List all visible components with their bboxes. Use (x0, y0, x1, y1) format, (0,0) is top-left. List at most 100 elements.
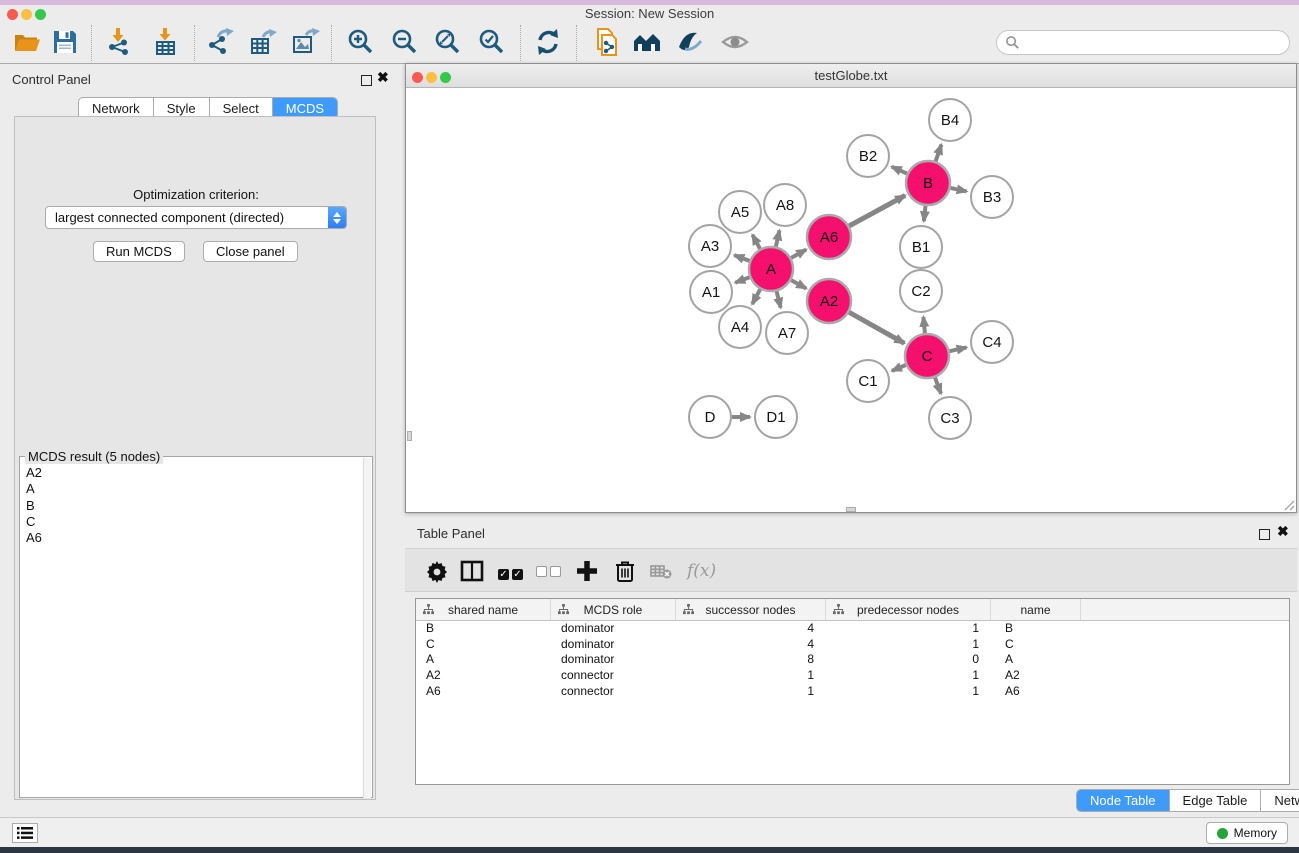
result-scrollbar[interactable] (363, 458, 371, 798)
column-label: predecessor nodes (857, 603, 959, 617)
criterion-select[interactable]: largest connected component (directed) (45, 206, 347, 229)
column-type-icon (683, 604, 694, 615)
tab-node-table[interactable]: Node Table (1077, 790, 1169, 811)
graph-edge-B-B1[interactable] (924, 206, 926, 221)
mcds-result-item[interactable]: A6 (21, 530, 361, 546)
column-header-predecessor-nodes[interactable]: predecessor nodes (826, 599, 991, 620)
first-neighbors-icon[interactable] (632, 27, 662, 57)
import-table-icon[interactable] (151, 27, 181, 57)
column-view-icon[interactable] (458, 557, 486, 585)
zoom-fit-icon[interactable] (433, 27, 463, 57)
zoom-network-button[interactable] (440, 72, 451, 83)
graph-node-label: A6 (820, 229, 838, 246)
table-cell: A2 (991, 668, 1081, 684)
graph-edge-A-A8[interactable] (776, 230, 780, 246)
tab-network-table[interactable]: Network Table (1260, 790, 1299, 811)
search-icon (1005, 35, 1020, 50)
zoom-out-icon[interactable] (390, 27, 420, 57)
add-column-plus-icon[interactable] (573, 557, 601, 585)
memory-button[interactable]: Memory (1206, 822, 1288, 844)
graph-edge-A-A7[interactable] (777, 291, 781, 307)
network-window: testGlobe.txt AA1A2A3A4A5A6A7A8BB1B2B3B4… (405, 63, 1297, 513)
table-cell: A2 (416, 668, 551, 684)
save-icon[interactable] (50, 27, 80, 57)
table-row[interactable]: A2connector11A2 (416, 668, 1289, 684)
graph-edge-B-B3[interactable] (950, 188, 966, 192)
column-header-name[interactable]: name (991, 599, 1081, 620)
table-row[interactable]: Adominator80A (416, 652, 1289, 668)
run-mcds-button[interactable]: Run MCDS (93, 241, 185, 262)
mcds-result-item[interactable]: A (21, 481, 361, 497)
graph-edge-A-A6[interactable] (791, 250, 806, 258)
graph-edge-A6-B[interactable] (849, 195, 905, 226)
graph-edge-C-C2[interactable] (923, 317, 924, 333)
table-settings-gear-icon[interactable] (423, 557, 451, 585)
delete-column-trash-icon[interactable] (611, 557, 639, 585)
close-panel-button[interactable]: Close panel (203, 241, 298, 262)
close-window-button[interactable] (7, 9, 18, 20)
close-panel-icon[interactable]: ✖ (377, 72, 389, 83)
task-history-button[interactable] (12, 823, 38, 843)
table-row[interactable]: A6connector11A6 (416, 684, 1289, 700)
memory-label: Memory (1234, 826, 1277, 840)
graph-edge-C-C4[interactable] (949, 347, 966, 351)
network-canvas[interactable]: AA1A2A3A4A5A6A7A8BB1B2B3B4CC1C2C3C4DD1 (406, 88, 1296, 513)
table-cell: 1 (676, 684, 826, 700)
minimize-network-button[interactable] (426, 72, 437, 83)
function-builder-icon[interactable]: f(x) (687, 561, 715, 589)
control-panel: Control Panel ✖ Network Style Select MCD… (0, 64, 390, 813)
zoom-window-button[interactable] (35, 9, 46, 20)
column-header-successor-nodes[interactable]: successor nodes (676, 599, 826, 620)
export-network-icon[interactable] (206, 27, 236, 57)
column-header-shared-name[interactable]: shared name (416, 599, 551, 620)
search-input[interactable] (1020, 35, 1270, 50)
minimize-window-button[interactable] (21, 9, 32, 20)
graph-edge-B-B2[interactable] (892, 167, 907, 174)
float-table-panel-icon[interactable] (1259, 527, 1270, 545)
table-cell-filler (1081, 637, 1289, 653)
export-image-icon[interactable] (290, 27, 320, 57)
network-window-titlebar[interactable]: testGlobe.txt (406, 64, 1296, 88)
graph-edge-A-A1[interactable] (735, 277, 749, 282)
zoom-selected-icon[interactable] (477, 27, 507, 57)
memory-status-icon (1217, 828, 1228, 839)
graph-edge-B-B4[interactable] (936, 145, 942, 162)
import-network-icon[interactable] (104, 27, 134, 57)
graph-node-label: A1 (702, 284, 720, 301)
graph-edge-C-C1[interactable] (892, 365, 906, 371)
duplicate-network-icon[interactable] (592, 27, 622, 57)
table-row[interactable]: Cdominator41C (416, 637, 1289, 653)
tab-edge-table[interactable]: Edge Table (1169, 790, 1261, 811)
mcds-result-item[interactable]: C (21, 514, 361, 530)
mcds-result-item[interactable]: A2 (21, 465, 361, 481)
graph-edge-C-C3[interactable] (935, 378, 941, 394)
close-network-button[interactable] (412, 72, 423, 83)
graph-edge-A-A5[interactable] (752, 235, 760, 249)
export-table-icon[interactable] (248, 27, 278, 57)
deselect-all-checkboxes-icon[interactable] (536, 564, 564, 592)
table-cell: dominator (551, 652, 676, 668)
column-header-mcds-role[interactable]: MCDS role (551, 599, 676, 620)
vertical-scroll-indicator[interactable] (407, 431, 412, 441)
graph-edge-A-A2[interactable] (791, 280, 806, 288)
graph-edge-A-A3[interactable] (734, 255, 749, 261)
horizontal-scroll-indicator[interactable] (846, 507, 856, 512)
eye-icon[interactable] (720, 27, 750, 57)
refresh-icon[interactable] (533, 27, 563, 57)
graphics-details-icon[interactable] (675, 27, 705, 57)
select-all-checkboxes-icon[interactable]: ✓✓ (498, 564, 526, 592)
resize-grip[interactable] (1283, 499, 1295, 511)
zoom-in-icon[interactable] (346, 27, 376, 57)
table-cell-filler (1081, 652, 1289, 668)
delete-table-icon[interactable] (647, 557, 675, 585)
criterion-value: largest connected component (directed) (46, 210, 328, 225)
close-table-panel-icon[interactable]: ✖ (1277, 526, 1289, 537)
float-panel-icon[interactable] (361, 73, 372, 91)
toolbar-separator (576, 25, 577, 61)
mcds-result-item[interactable]: B (21, 498, 361, 514)
open-folder-icon[interactable] (12, 27, 42, 57)
desktop-strip-bottom (0, 847, 1299, 853)
table-row[interactable]: Bdominator41B (416, 621, 1289, 637)
graph-edge-A2-C[interactable] (849, 312, 904, 343)
graph-edge-A-A4[interactable] (752, 289, 760, 304)
